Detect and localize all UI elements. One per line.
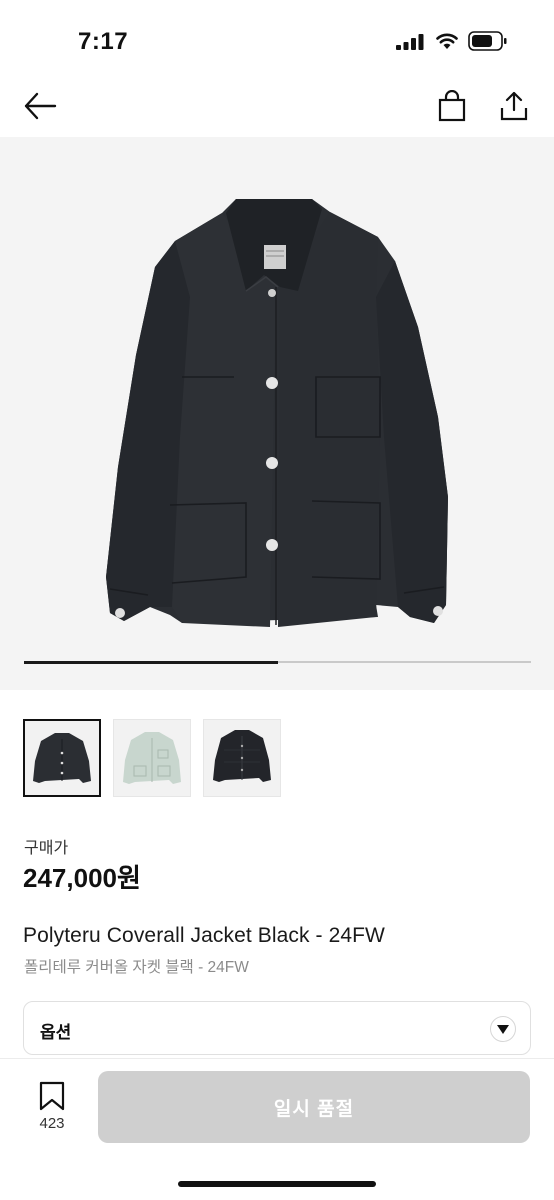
product-name-korean: 폴리테루 커버올 자켓 블랙 - 24FW	[24, 959, 249, 976]
wifi-icon	[436, 33, 458, 49]
thumbnail-black-coverall[interactable]	[23, 719, 101, 797]
product-image	[106, 199, 448, 627]
bookmark-button[interactable]: 423	[26, 1081, 78, 1141]
gallery-progress	[24, 660, 531, 664]
bookmark-icon	[39, 1081, 65, 1111]
share-button[interactable]	[496, 88, 532, 124]
thumbnail-image	[213, 730, 271, 782]
battery-icon	[468, 31, 507, 51]
cart-button[interactable]	[434, 88, 470, 124]
price-value: 247,000원	[23, 863, 141, 893]
chevron-down-icon	[490, 1016, 516, 1042]
option-label: 옵션	[40, 1023, 72, 1042]
product-image-gallery[interactable]	[0, 137, 554, 690]
cellular-signal-icon	[396, 34, 424, 50]
nav-bar	[0, 80, 554, 136]
shopping-bag-icon	[438, 90, 466, 122]
option-select[interactable]: 옵션	[23, 1001, 531, 1055]
home-indicator	[178, 1181, 376, 1187]
thumbnail-image	[123, 732, 181, 784]
back-button[interactable]	[22, 88, 58, 124]
thumbnail-black-quilted-jacket[interactable]	[203, 719, 281, 797]
status-bar: 7:17	[0, 0, 554, 80]
share-icon	[500, 91, 528, 121]
gallery-progress-fill	[24, 660, 278, 664]
bottom-action-bar: 423 일시 품절	[0, 1058, 554, 1200]
status-time: 7:17	[78, 28, 129, 55]
product-name: Polyteru Coverall Jacket Black - 24FW	[23, 924, 385, 947]
sold-out-button[interactable]: 일시 품절	[98, 1071, 530, 1143]
bookmark-count: 423	[39, 1115, 65, 1132]
thumbnail-image	[33, 733, 91, 783]
thumbnail-strip	[23, 719, 281, 799]
arrow-left-icon	[24, 92, 57, 120]
price-label: 구매가	[24, 840, 69, 857]
thumbnail-mint-coverall[interactable]	[113, 719, 191, 797]
